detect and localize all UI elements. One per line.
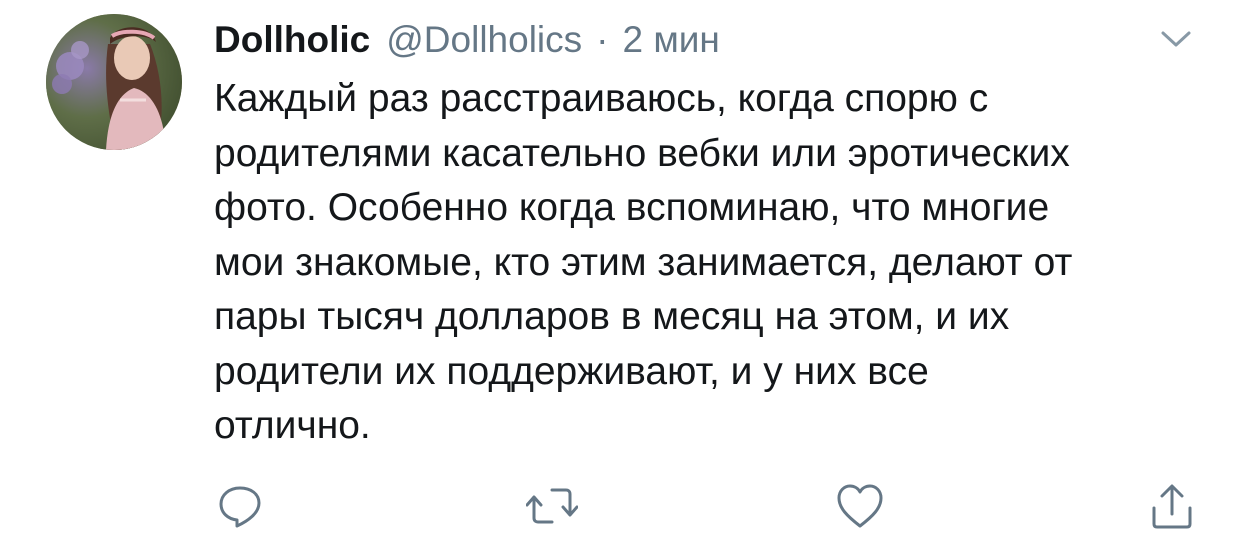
heart-icon [837,484,883,528]
tweet[interactable]: Dollholic @Dollholics · 2 мин Каждый раз… [0,0,1242,546]
reply-icon [219,486,261,528]
share-icon [1152,484,1192,529]
tweet-text: Каждый раз расстраиваюсь, когда спорю с … [214,77,1073,447]
separator-dot: · [596,19,609,60]
chevron-down-icon [1161,31,1191,47]
user-handle[interactable]: @Dollholics [386,16,582,64]
share-button[interactable] [1144,478,1200,534]
tweet-actions [0,478,1242,534]
avatar[interactable] [46,14,182,150]
more-menu-button[interactable] [1156,24,1196,54]
retweet-button[interactable] [524,478,580,534]
retweet-icon [526,488,578,524]
timestamp[interactable]: 2 мин [622,16,719,64]
like-button[interactable] [832,478,888,534]
reply-button[interactable] [212,478,268,534]
tweet-header: Dollholic @Dollholics · 2 мин [214,16,720,64]
display-name[interactable]: Dollholic [214,16,370,64]
avatar-image [46,14,182,150]
